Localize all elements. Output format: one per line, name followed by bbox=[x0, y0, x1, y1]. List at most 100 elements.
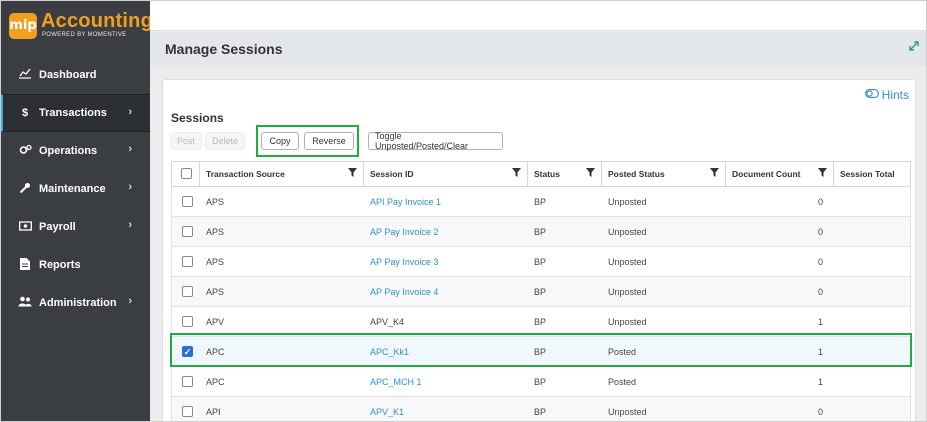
sidebar-item-administration[interactable]: Administration › bbox=[1, 284, 150, 322]
column-header-session-id[interactable]: Session ID bbox=[364, 162, 528, 186]
cell-document-count: 0 bbox=[818, 226, 824, 237]
chart-line-icon bbox=[17, 68, 33, 82]
cell-status: BP bbox=[534, 226, 547, 237]
cell-session-id[interactable]: AP Pay Invoice 3 bbox=[370, 247, 438, 276]
hints-toggle[interactable]: Hints bbox=[864, 88, 909, 102]
logo-title: Accounting bbox=[41, 10, 153, 32]
sidebar-item-reports[interactable]: Reports bbox=[1, 246, 150, 284]
cell-document-count: 1 bbox=[818, 376, 824, 387]
highlight-box-buttons bbox=[256, 125, 359, 157]
filter-icon[interactable] bbox=[512, 168, 521, 180]
column-header-document-count[interactable]: Document Count bbox=[726, 162, 834, 186]
table-row[interactable]: API APV_K1 BP Unposted 0 bbox=[171, 397, 911, 421]
column-header-transaction-source[interactable]: Transaction Source bbox=[200, 162, 364, 186]
sidebar-item-label: Transactions bbox=[39, 107, 107, 119]
logo-subtitle: POWERED BY MOMENTIVE bbox=[42, 32, 127, 38]
cell-session-id[interactable]: AP Pay Invoice 2 bbox=[370, 217, 438, 246]
toggle-icon bbox=[864, 89, 879, 101]
sidebar-item-label: Maintenance bbox=[39, 183, 106, 195]
filter-icon[interactable] bbox=[710, 168, 719, 180]
sidebar-item-label: Reports bbox=[39, 259, 81, 271]
wrench-icon bbox=[17, 182, 33, 197]
cell-posted-status: Unposted bbox=[608, 196, 647, 207]
sidebar-item-operations[interactable]: Operations › bbox=[1, 132, 150, 170]
highlight-box-selected-row bbox=[170, 333, 912, 367]
filter-icon[interactable] bbox=[348, 168, 357, 180]
app-window: mip Accounting POWERED BY MOMENTIVE Dash… bbox=[0, 0, 927, 422]
select-all-checkbox[interactable] bbox=[181, 168, 192, 179]
column-header-status[interactable]: Status bbox=[528, 162, 602, 186]
column-header-posted-status[interactable]: Posted Status bbox=[602, 162, 726, 186]
cell-document-count: 0 bbox=[818, 256, 824, 267]
cell-session-id[interactable]: API Pay Invoice 1 bbox=[370, 187, 441, 216]
sidebar-item-transactions[interactable]: $ Transactions › bbox=[1, 94, 150, 132]
cell-session-id[interactable]: AP Pay Invoice 4 bbox=[370, 277, 438, 306]
sidebar-item-maintenance[interactable]: Maintenance › bbox=[1, 170, 150, 208]
chevron-right-icon: › bbox=[128, 181, 132, 193]
cell-status: BP bbox=[534, 196, 547, 207]
cell-status: BP bbox=[534, 316, 547, 327]
column-header-session-total[interactable]: Session Total bbox=[834, 162, 910, 186]
cell-posted-status: Unposted bbox=[608, 226, 647, 237]
row-checkbox[interactable] bbox=[182, 406, 193, 417]
cell-posted-status: Unposted bbox=[608, 406, 647, 417]
money-icon bbox=[17, 220, 33, 234]
cell-transaction-source: APS bbox=[206, 286, 225, 297]
post-button[interactable]: Post bbox=[170, 132, 202, 150]
section-title: Sessions bbox=[171, 111, 224, 125]
cell-transaction-source: APV bbox=[206, 316, 225, 327]
sidebar-item-payroll[interactable]: Payroll › bbox=[1, 208, 150, 246]
sidebar-item-dashboard[interactable]: Dashboard bbox=[1, 56, 150, 94]
row-checkbox[interactable] bbox=[182, 256, 193, 267]
filter-icon[interactable] bbox=[586, 168, 595, 180]
sidebar-item-label: Administration bbox=[39, 297, 117, 309]
cell-transaction-source: APC bbox=[206, 376, 225, 387]
toggle-posted-button[interactable]: Toggle Unposted/Posted/Clear bbox=[368, 131, 503, 151]
chevron-right-icon: › bbox=[128, 295, 132, 307]
chevron-right-icon: › bbox=[128, 143, 132, 155]
cell-session-id[interactable]: APV_K1 bbox=[370, 397, 404, 421]
cell-posted-status: Unposted bbox=[608, 316, 647, 327]
table-row[interactable]: APS API Pay Invoice 1 BP Unposted 0 bbox=[171, 187, 911, 217]
cell-status: BP bbox=[534, 286, 547, 297]
cell-posted-status: Posted bbox=[608, 376, 637, 387]
row-checkbox[interactable] bbox=[182, 196, 193, 207]
page-title: Manage Sessions bbox=[165, 41, 283, 57]
app-logo[interactable]: mip Accounting POWERED BY MOMENTIVE bbox=[1, 1, 153, 53]
row-checkbox[interactable] bbox=[182, 316, 193, 327]
cell-posted-status: Unposted bbox=[608, 256, 647, 267]
delete-button[interactable]: Delete bbox=[205, 132, 245, 150]
cell-document-count: 0 bbox=[818, 406, 824, 417]
sidebar: mip Accounting POWERED BY MOMENTIVE Dash… bbox=[1, 1, 153, 421]
row-checkbox[interactable] bbox=[182, 286, 193, 297]
cell-transaction-source: APS bbox=[206, 196, 225, 207]
cell-session-id[interactable]: APC_MCH 1 bbox=[370, 367, 422, 396]
dollar-icon: $ bbox=[21, 107, 29, 119]
gears-icon bbox=[17, 144, 33, 159]
filter-icon[interactable] bbox=[818, 168, 827, 180]
table-row[interactable]: APS AP Pay Invoice 4 BP Unposted 0 bbox=[171, 277, 911, 307]
table-header: Transaction Source Session ID Status Pos… bbox=[171, 161, 911, 187]
cell-session-id: APV_K4 bbox=[370, 316, 405, 327]
cell-transaction-source: API bbox=[206, 406, 221, 417]
expand-icon[interactable] bbox=[908, 40, 920, 55]
table-row[interactable]: APS AP Pay Invoice 2 BP Unposted 0 bbox=[171, 217, 911, 247]
sidebar-item-label: Dashboard bbox=[39, 69, 97, 81]
row-checkbox[interactable] bbox=[182, 226, 193, 237]
page-header: Manage Sessions bbox=[150, 32, 926, 66]
table-row[interactable]: APC APC_MCH 1 BP Posted 1 bbox=[171, 367, 911, 397]
table-row[interactable]: APS AP Pay Invoice 3 BP Unposted 0 bbox=[171, 247, 911, 277]
cell-document-count: 1 bbox=[818, 316, 824, 327]
file-icon bbox=[17, 257, 33, 273]
chevron-right-icon: › bbox=[128, 106, 132, 118]
header-select-all[interactable] bbox=[172, 162, 200, 186]
logo-badge: mip bbox=[9, 13, 37, 39]
cell-document-count: 0 bbox=[818, 196, 824, 207]
chevron-right-icon: › bbox=[128, 219, 132, 231]
cell-document-count: 0 bbox=[818, 286, 824, 297]
sidebar-item-label: Payroll bbox=[39, 221, 76, 233]
cell-status: BP bbox=[534, 256, 547, 267]
cell-status: BP bbox=[534, 406, 547, 417]
row-checkbox[interactable] bbox=[182, 376, 193, 387]
users-icon bbox=[17, 296, 33, 310]
